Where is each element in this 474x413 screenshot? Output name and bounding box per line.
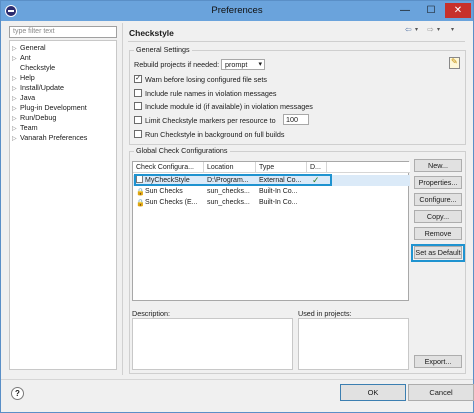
rule-names-checkbox[interactable] [134,89,142,97]
tree-item-help[interactable]: ▷ Help [12,73,35,83]
title-bar[interactable]: Preferences — ☐ ✕ [1,1,473,21]
tree-item-run-debug[interactable]: ▷ Run/Debug [12,113,56,123]
edit-document-icon[interactable] [449,57,460,69]
tree-item-checkstyle[interactable]: Checkstyle [12,63,56,73]
lock-icon: 🔒 [136,189,145,196]
background-run-checkbox-label: Run Checkstyle in background on full bui… [145,130,285,139]
filter-input[interactable]: type filter text [9,26,117,38]
limit-markers-checkbox-label: Limit Checkstyle markers per resource to [145,116,276,125]
page-separator [128,41,465,42]
forward-menu-chevron-icon[interactable]: ▾ [437,26,440,33]
limit-markers-checkbox[interactable] [134,116,142,124]
export-button[interactable]: Export... [414,355,462,368]
forward-arrow-icon[interactable]: ⇨ [427,25,434,34]
column-header-location[interactable]: Location [204,162,256,173]
tree-item-general[interactable]: ▷ General [12,43,46,53]
page-navigation: ⇦ ▾ ⇨ ▾ ▾ [405,25,465,37]
expand-arrow-icon[interactable]: ▷ [12,134,20,144]
markers-limit-input[interactable]: 100 [283,114,309,125]
column-header-type[interactable]: Type [256,162,307,173]
configurations-table: Check Configura... Location Type D... My… [132,161,410,301]
used-in-projects-label: Used in projects: [298,309,352,318]
back-menu-chevron-icon[interactable]: ▾ [415,26,418,33]
new-button[interactable]: New... [414,159,462,172]
tree-item-plugin-development[interactable]: ▷ Plug-in Development [12,103,87,113]
minimize-button[interactable]: — [393,3,417,18]
column-header-filler [327,162,410,173]
tree-item-vanarah-preferences[interactable]: ▷ Vanarah Preferences [12,133,87,143]
remove-button[interactable]: Remove [414,227,462,240]
copy-button[interactable]: Copy... [414,210,462,223]
global-configurations-label: Global Check Configurations [134,146,230,155]
column-header-name[interactable]: Check Configura... [133,162,204,173]
tree-item-install-update[interactable]: ▷ Install/Update [12,83,64,93]
maximize-button[interactable]: ☐ [419,3,443,18]
pane-divider[interactable] [122,23,123,375]
help-icon[interactable]: ? [11,387,24,400]
preference-tree: ▷ General ▷ Ant Checkstyle ▷ Help ▷ Install/… [9,40,117,370]
config-type: Built-In Co... [259,188,298,195]
cancel-button[interactable]: Cancel [408,384,474,401]
background-run-checkbox[interactable] [134,130,142,138]
column-header-default[interactable]: D... [307,162,327,173]
table-row[interactable]: 🔒Sun Checks (E... sun_checks... Built-In… [133,197,410,208]
lock-icon: 🔒 [136,200,145,207]
table-row[interactable]: 🔒Sun Checks sun_checks... Built-In Co... [133,186,410,197]
properties-button[interactable]: Properties... [414,176,462,189]
configure-button[interactable]: Configure... [414,193,462,206]
back-arrow-icon[interactable]: ⇦ [405,25,412,34]
used-in-projects-list[interactable] [298,318,409,370]
close-button[interactable]: ✕ [445,3,471,18]
footer-separator [1,379,473,380]
rebuild-select[interactable]: prompt [221,59,265,70]
config-location: sun_checks... [207,199,250,206]
warn-checkbox-label: Warn before losing configured file sets [145,75,267,84]
view-menu-chevron-icon[interactable]: ▾ [451,26,454,33]
description-box [132,318,293,370]
ok-button[interactable]: OK [340,384,406,401]
general-settings-label: General Settings [134,45,192,54]
rule-names-checkbox-label: Include rule names in violation messages [145,89,277,98]
row-highlight-box [134,174,332,186]
button-highlight-box [411,244,465,262]
config-location: sun_checks... [207,188,250,195]
config-type: Built-In Co... [259,199,298,206]
config-name: Sun Checks (E... [145,199,198,206]
tree-item-team[interactable]: ▷ Team [12,123,38,133]
tree-item-ant[interactable]: ▷ Ant [12,53,31,63]
module-id-checkbox-label: Include module id (if available) in viol… [145,102,313,111]
warn-checkbox[interactable]: ✓ [134,75,142,83]
preferences-window: Preferences — ☐ ✕ type filter text ▷ Gene… [0,0,474,413]
config-name: Sun Checks [145,188,183,195]
page-title: Checkstyle [129,28,174,38]
module-id-checkbox[interactable] [134,102,142,110]
rebuild-label: Rebuild projects if needed: [134,60,220,69]
tree-item-java[interactable]: ▷ Java [12,93,35,103]
description-label: Description: [132,309,170,318]
